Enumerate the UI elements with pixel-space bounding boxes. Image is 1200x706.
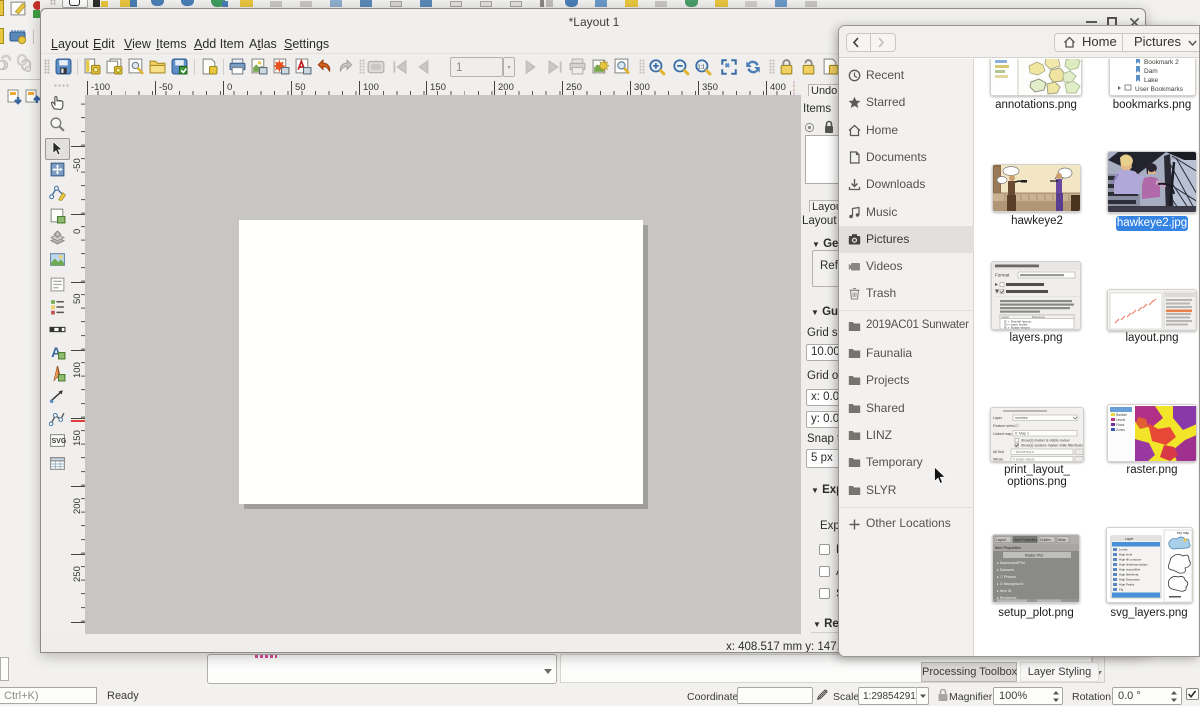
- svg-text:High filter/beta: High filter/beta: [1119, 573, 1139, 577]
- svg-text:# photo-object: # photo-object: [1013, 458, 1035, 462]
- svg-text:▸ Item ID: ▸ Item ID: [997, 589, 1012, 593]
- svg-text:Linked map: Linked map: [993, 432, 1012, 436]
- svg-text:Atlas: Atlas: [1058, 538, 1066, 542]
- svg-text:SVG: SVG: [52, 438, 66, 445]
- svg-text:Bookmark 2: Bookmark 2: [1144, 59, 1179, 66]
- svg-text:Raster Plot: Raster Plot: [1025, 554, 1043, 558]
- svg-text:Flows: Flows: [1116, 423, 1125, 427]
- svg-text:High Peaks: High Peaks: [1119, 583, 1135, 587]
- svg-text:Layer: Layer: [1002, 315, 1009, 319]
- svg-text:Levels: Levels: [1116, 418, 1126, 422]
- svg-text:1:1: 1:1: [698, 65, 705, 71]
- svg-text:Layer: Layer: [993, 416, 1003, 420]
- svg-text:High level: High level: [1119, 553, 1133, 557]
- svg-text:Reference: Reference: [1032, 315, 1045, 319]
- svg-text:key map: key map: [1177, 531, 1189, 535]
- svg-text:Guides: Guides: [1040, 538, 1051, 542]
- svg-text:Dam: Dam: [1144, 68, 1158, 75]
- svg-text:▸ Datasets: ▸ Datasets: [997, 568, 1014, 572]
- svg-text:Format: Format: [995, 273, 1010, 278]
- svg-text:Layer: Layer: [1125, 537, 1134, 541]
- svg-text:Fig: Fig: [1119, 588, 1123, 592]
- svg-text:~ slovaenus,a: ~ slovaenus,a: [1013, 450, 1034, 454]
- svg-text:▸ Dashboard/Plot: ▸ Dashboard/Plot: [997, 561, 1025, 565]
- svg-text:▸ ☐ Phases: ▸ ☐ Phases: [997, 575, 1016, 579]
- svg-text:Item Properties: Item Properties: [995, 546, 1021, 550]
- svg-text:Lake: Lake: [1144, 77, 1158, 84]
- svg-text:Feature select: Feature select: [993, 424, 1016, 428]
- svg-text:High status/filter: High status/filter: [1119, 568, 1141, 572]
- svg-text:All find: All find: [993, 450, 1004, 454]
- svg-text:▸ ☑ Background: ▸ ☑ Background: [997, 582, 1023, 586]
- svg-text:Show(s) marker is visible revi: Show(s) marker is visible review: [1021, 439, 1070, 443]
- svg-text:Show(s) sections marker while: Show(s) sections marker while filter/fea…: [1021, 444, 1084, 448]
- svg-text:High fill contours: High fill contours: [1119, 558, 1142, 562]
- svg-text:Rainfall: Rainfall: [1116, 413, 1127, 417]
- svg-text:Whole: Whole: [993, 458, 1003, 462]
- svg-text:Levels: Levels: [1119, 548, 1128, 552]
- svg-text:User Bookmarks: User Bookmarks: [1135, 86, 1184, 93]
- svg-text:Layout: Layout: [996, 538, 1006, 542]
- svg-text:High distribution/plain: High distribution/plain: [1119, 563, 1148, 567]
- svg-text:High Expansion: High Expansion: [1119, 578, 1140, 582]
- svg-text:☒ ✓ Roads ³airport: ☒ ✓ Roads ³airport: [1004, 326, 1030, 330]
- svg-text:Item Properties: Item Properties: [1014, 538, 1037, 542]
- svg-text:0: Map 1: 0: Map 1: [1015, 432, 1029, 436]
- svg-text:meshes: meshes: [1015, 416, 1028, 420]
- svg-text:Zones: Zones: [1116, 428, 1125, 432]
